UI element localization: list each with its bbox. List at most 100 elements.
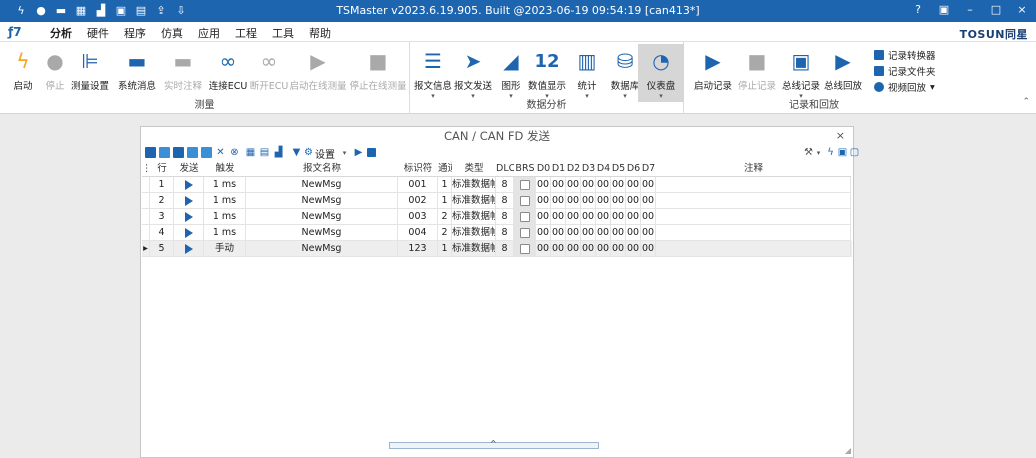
send-button[interactable] <box>174 225 204 241</box>
cell-d1[interactable]: 00 <box>551 209 566 225</box>
restore-layout-button[interactable]: ▣ <box>938 3 950 16</box>
cell-comment[interactable] <box>656 241 851 257</box>
header-d4[interactable]: D4 <box>596 161 611 177</box>
cell-d2[interactable]: 00 <box>566 193 581 209</box>
cell-ch[interactable]: 1 <box>438 177 452 193</box>
disconnect-ecu-button[interactable]: ∞ 断开ECU <box>246 48 292 92</box>
close-button[interactable]: × <box>1016 3 1028 16</box>
cell-d7[interactable]: 00 <box>641 225 656 241</box>
bus-record-button[interactable]: ▣ 总线记录 ▾ <box>778 48 824 100</box>
cell-name[interactable]: NewMsg <box>246 177 398 193</box>
cell-id[interactable]: 004 <box>398 225 438 241</box>
cell-d5[interactable]: 00 <box>611 225 626 241</box>
cell-dlc[interactable]: 8 <box>496 241 514 257</box>
cell-d2[interactable]: 00 <box>566 177 581 193</box>
cell-d2[interactable]: 00 <box>566 241 581 257</box>
cell-type[interactable]: 标准数据帧 <box>452 241 496 257</box>
cell-comment[interactable] <box>656 177 851 193</box>
header-trigger[interactable]: 触发 <box>204 161 246 177</box>
cell-d2[interactable]: 00 <box>566 225 581 241</box>
clear-icon[interactable]: ⊗ <box>229 147 240 158</box>
dashboard-button[interactable]: ◔ 仪表盘 ▾ <box>638 44 684 102</box>
import-icon[interactable]: ▢ <box>849 147 860 158</box>
layout-icon[interactable]: ▤ <box>259 147 270 158</box>
table-row[interactable]: 41 ms NewMsg 004 2 标准数据帧 8 00 00 00 00 00 00 00 00 <box>142 225 852 241</box>
cell-row[interactable]: 1 <box>150 177 174 193</box>
header-d7[interactable]: D7 <box>641 161 656 177</box>
copy-icon[interactable] <box>173 147 184 158</box>
cell-d4[interactable]: 00 <box>596 177 611 193</box>
cell-comment[interactable] <box>656 193 851 209</box>
cell-comment[interactable] <box>656 209 851 225</box>
header-d1[interactable]: D1 <box>551 161 566 177</box>
delete-icon[interactable]: ✕ <box>215 147 226 158</box>
cell-trigger[interactable]: 1 ms <box>204 177 246 193</box>
brs-checkbox[interactable] <box>514 177 536 193</box>
cell-d5[interactable]: 00 <box>611 193 626 209</box>
lightning-icon[interactable]: ϟ <box>825 147 836 158</box>
help-button[interactable]: ? <box>912 3 924 16</box>
cell-d1[interactable]: 00 <box>551 241 566 257</box>
collapse-ribbon-icon[interactable]: ⌃ <box>1022 97 1030 107</box>
cell-row[interactable]: 5 <box>150 241 174 257</box>
cell-d1[interactable]: 00 <box>551 225 566 241</box>
table-row[interactable]: 11 ms NewMsg 001 1 标准数据帧 8 00 00 00 00 00 00 00 00 <box>142 177 852 193</box>
cell-dlc[interactable]: 8 <box>496 193 514 209</box>
record-converter-button[interactable]: 记录转换器 <box>874 48 936 62</box>
cell-comment[interactable] <box>656 225 851 241</box>
cell-d3[interactable]: 00 <box>581 193 596 209</box>
export-icon[interactable]: ▣ <box>837 147 848 158</box>
cell-name[interactable]: NewMsg <box>246 193 398 209</box>
cell-d6[interactable]: 00 <box>626 209 641 225</box>
stop-icon[interactable] <box>367 148 376 157</box>
cell-d7[interactable]: 00 <box>641 241 656 257</box>
cell-id[interactable]: 003 <box>398 209 438 225</box>
cell-row[interactable]: 2 <box>150 193 174 209</box>
cell-d2[interactable]: 00 <box>566 209 581 225</box>
brs-checkbox[interactable] <box>514 241 536 257</box>
filter-icon[interactable]: ▼ <box>291 147 302 158</box>
cell-trigger[interactable]: 1 ms <box>204 225 246 241</box>
add-message-icon[interactable] <box>145 147 156 158</box>
panel-close-icon[interactable]: × <box>836 129 845 142</box>
chevron-down-icon[interactable]: ▾ <box>813 147 824 158</box>
play-icon[interactable]: ▶ <box>353 147 364 158</box>
measure-setup-button[interactable]: ⊫ 测量设置 <box>67 48 113 92</box>
header-d3[interactable]: D3 <box>581 161 596 177</box>
cell-type[interactable]: 标准数据帧 <box>452 209 496 225</box>
table-row[interactable]: 31 ms NewMsg 003 2 标准数据帧 8 00 00 00 00 00 00 00 00 <box>142 209 852 225</box>
cell-d0[interactable]: 00 <box>536 177 551 193</box>
send-button[interactable] <box>174 241 204 257</box>
stop-record-button[interactable]: ■ 停止记录 <box>734 48 780 92</box>
cell-type[interactable]: 标准数据帧 <box>452 193 496 209</box>
cell-d7[interactable]: 00 <box>641 193 656 209</box>
cell-id[interactable]: 002 <box>398 193 438 209</box>
cell-d4[interactable]: 00 <box>596 241 611 257</box>
cell-d0[interactable]: 00 <box>536 225 551 241</box>
cell-ch[interactable]: 2 <box>438 225 452 241</box>
cell-d0[interactable]: 00 <box>536 193 551 209</box>
cell-id[interactable]: 001 <box>398 177 438 193</box>
cell-name[interactable]: NewMsg <box>246 209 398 225</box>
realtime-comment-button[interactable]: ▬ 实时注释 <box>160 48 206 92</box>
cell-row[interactable]: 3 <box>150 209 174 225</box>
header-d5[interactable]: D5 <box>611 161 626 177</box>
cell-d1[interactable]: 00 <box>551 193 566 209</box>
column-menu-icon[interactable]: ⋮ <box>142 161 150 177</box>
cell-d4[interactable]: 00 <box>596 193 611 209</box>
cell-d4[interactable]: 00 <box>596 225 611 241</box>
cell-d7[interactable]: 00 <box>641 209 656 225</box>
cell-trigger[interactable]: 1 ms <box>204 209 246 225</box>
resize-grip-icon[interactable]: ◢ <box>845 446 851 455</box>
cell-trigger[interactable]: 手动 <box>204 241 246 257</box>
connect-ecu-button[interactable]: ∞ 连接ECU <box>205 48 251 92</box>
cell-d4[interactable]: 00 <box>596 209 611 225</box>
cell-d6[interactable]: 00 <box>626 241 641 257</box>
cell-dlc[interactable]: 8 <box>496 225 514 241</box>
cell-id[interactable]: 123 <box>398 241 438 257</box>
header-d0[interactable]: D0 <box>536 161 551 177</box>
cell-d3[interactable]: 00 <box>581 225 596 241</box>
cell-d5[interactable]: 00 <box>611 209 626 225</box>
duplicate-icon[interactable] <box>201 147 212 158</box>
header-d6[interactable]: D6 <box>626 161 641 177</box>
